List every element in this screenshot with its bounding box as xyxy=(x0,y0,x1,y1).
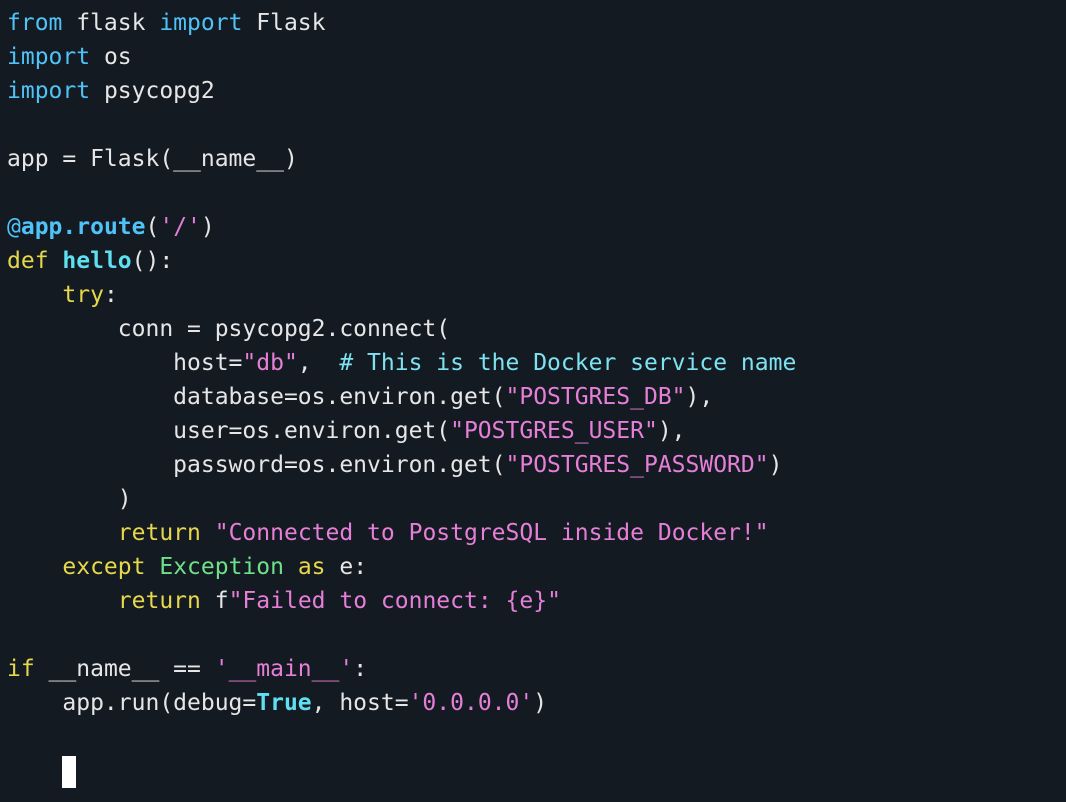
code-token-string: "POSTGRES_PASSWORD" xyxy=(505,452,769,478)
code-token-comment: # This is the Docker service name xyxy=(339,350,797,376)
code-line: if __name__ == '__main__': xyxy=(7,652,1066,686)
code-lines: from flask import Flask import os import p… xyxy=(7,6,1066,788)
code-token-function-name: hello xyxy=(62,248,132,274)
code-line: ) xyxy=(7,482,1066,516)
code-token-constant: True xyxy=(256,690,312,716)
code-token-plain: ) xyxy=(533,690,548,716)
code-token-string: '0.0.0.0' xyxy=(408,690,534,716)
code-token-import-keyword: import xyxy=(7,78,91,104)
code-token-plain: conn = psycopg2.connect( xyxy=(7,316,451,342)
code-token-keyword: return xyxy=(117,520,201,546)
code-line: except Exception as e: xyxy=(7,550,1066,584)
code-line: from flask import Flask xyxy=(7,6,1066,40)
code-token-plain: flask xyxy=(62,10,160,36)
code-token-string: '/' xyxy=(159,214,201,240)
code-line: try: xyxy=(7,278,1066,312)
code-token-plain: Flask xyxy=(242,10,326,36)
code-token-plain: os xyxy=(90,44,132,70)
text-cursor xyxy=(62,755,77,788)
code-token-plain: , xyxy=(297,350,340,376)
code-token-keyword: as xyxy=(297,554,326,580)
code-token-plain: f xyxy=(200,588,229,614)
code-token-keyword: except xyxy=(62,554,146,580)
code-token-string: "Connected to PostgreSQL inside Docker!" xyxy=(214,520,769,546)
code-token-plain: ) xyxy=(7,486,132,512)
code-token-string: "Failed to connect: {e}" xyxy=(228,588,561,614)
code-line: def hello(): xyxy=(7,244,1066,278)
code-token-import-keyword: import xyxy=(159,10,243,36)
code-line: password=os.environ.get("POSTGRES_PASSWO… xyxy=(7,448,1066,482)
code-token-plain: (): xyxy=(131,248,174,274)
code-token-plain: ), xyxy=(685,384,714,410)
code-line: app.run(debug=True, host='0.0.0.0') xyxy=(7,686,1066,720)
code-line: return "Connected to PostgreSQL inside D… xyxy=(7,516,1066,550)
code-line: @app.route('/') xyxy=(7,210,1066,244)
code-editor[interactable]: from flask import Flask import os import p… xyxy=(0,0,1066,802)
code-token-string: "POSTGRES_DB" xyxy=(505,384,686,410)
code-token-plain: : xyxy=(103,282,118,308)
code-token-plain: app = Flask(__name__) xyxy=(7,146,298,172)
code-token-plain: password=os.environ.get( xyxy=(7,452,506,478)
code-token-import-keyword: from xyxy=(7,10,63,36)
code-token-string: "POSTGRES_USER" xyxy=(450,418,658,444)
code-line: host="db", # This is the Docker service … xyxy=(7,346,1066,380)
code-token-keyword: if xyxy=(7,656,35,682)
code-line: conn = psycopg2.connect( xyxy=(7,312,1066,346)
code-token-decorator: @ xyxy=(7,214,21,240)
code-token-plain: : xyxy=(353,656,368,682)
code-line: import os xyxy=(7,40,1066,74)
code-token-plain: ) xyxy=(200,214,215,240)
code-token-plain: e: xyxy=(325,554,368,580)
code-token-plain: , host= xyxy=(311,690,409,716)
code-line: app = Flask(__name__) xyxy=(7,142,1066,176)
code-token-plain: host= xyxy=(7,350,243,376)
code-token-plain: app.run(debug= xyxy=(7,690,257,716)
code-line: import psycopg2 xyxy=(7,74,1066,108)
code-line xyxy=(7,754,1066,788)
code-token-plain: ), xyxy=(657,418,686,444)
code-token-plain: user=os.environ.get( xyxy=(7,418,451,444)
code-token-plain: ( xyxy=(145,214,160,240)
code-token-decorator: app.route xyxy=(20,214,146,240)
code-token-plain: ) xyxy=(768,452,783,478)
code-token-keyword: def xyxy=(7,248,49,274)
code-line: user=os.environ.get("POSTGRES_USER"), xyxy=(7,414,1066,448)
code-line: return f"Failed to connect: {e}" xyxy=(7,584,1066,618)
code-token-keyword: try xyxy=(62,282,104,308)
code-token-builtin-class: Exception xyxy=(159,554,284,580)
code-token-keyword: return xyxy=(117,588,201,614)
code-token-string: '__main__' xyxy=(214,656,354,682)
code-token-plain: psycopg2 xyxy=(90,78,215,104)
code-token-plain: database=os.environ.get( xyxy=(7,384,506,410)
code-token-import-keyword: import xyxy=(7,44,91,70)
code-line: database=os.environ.get("POSTGRES_DB"), xyxy=(7,380,1066,414)
code-token-plain: __name__ == xyxy=(34,656,215,682)
code-token-string: "db" xyxy=(242,350,298,376)
